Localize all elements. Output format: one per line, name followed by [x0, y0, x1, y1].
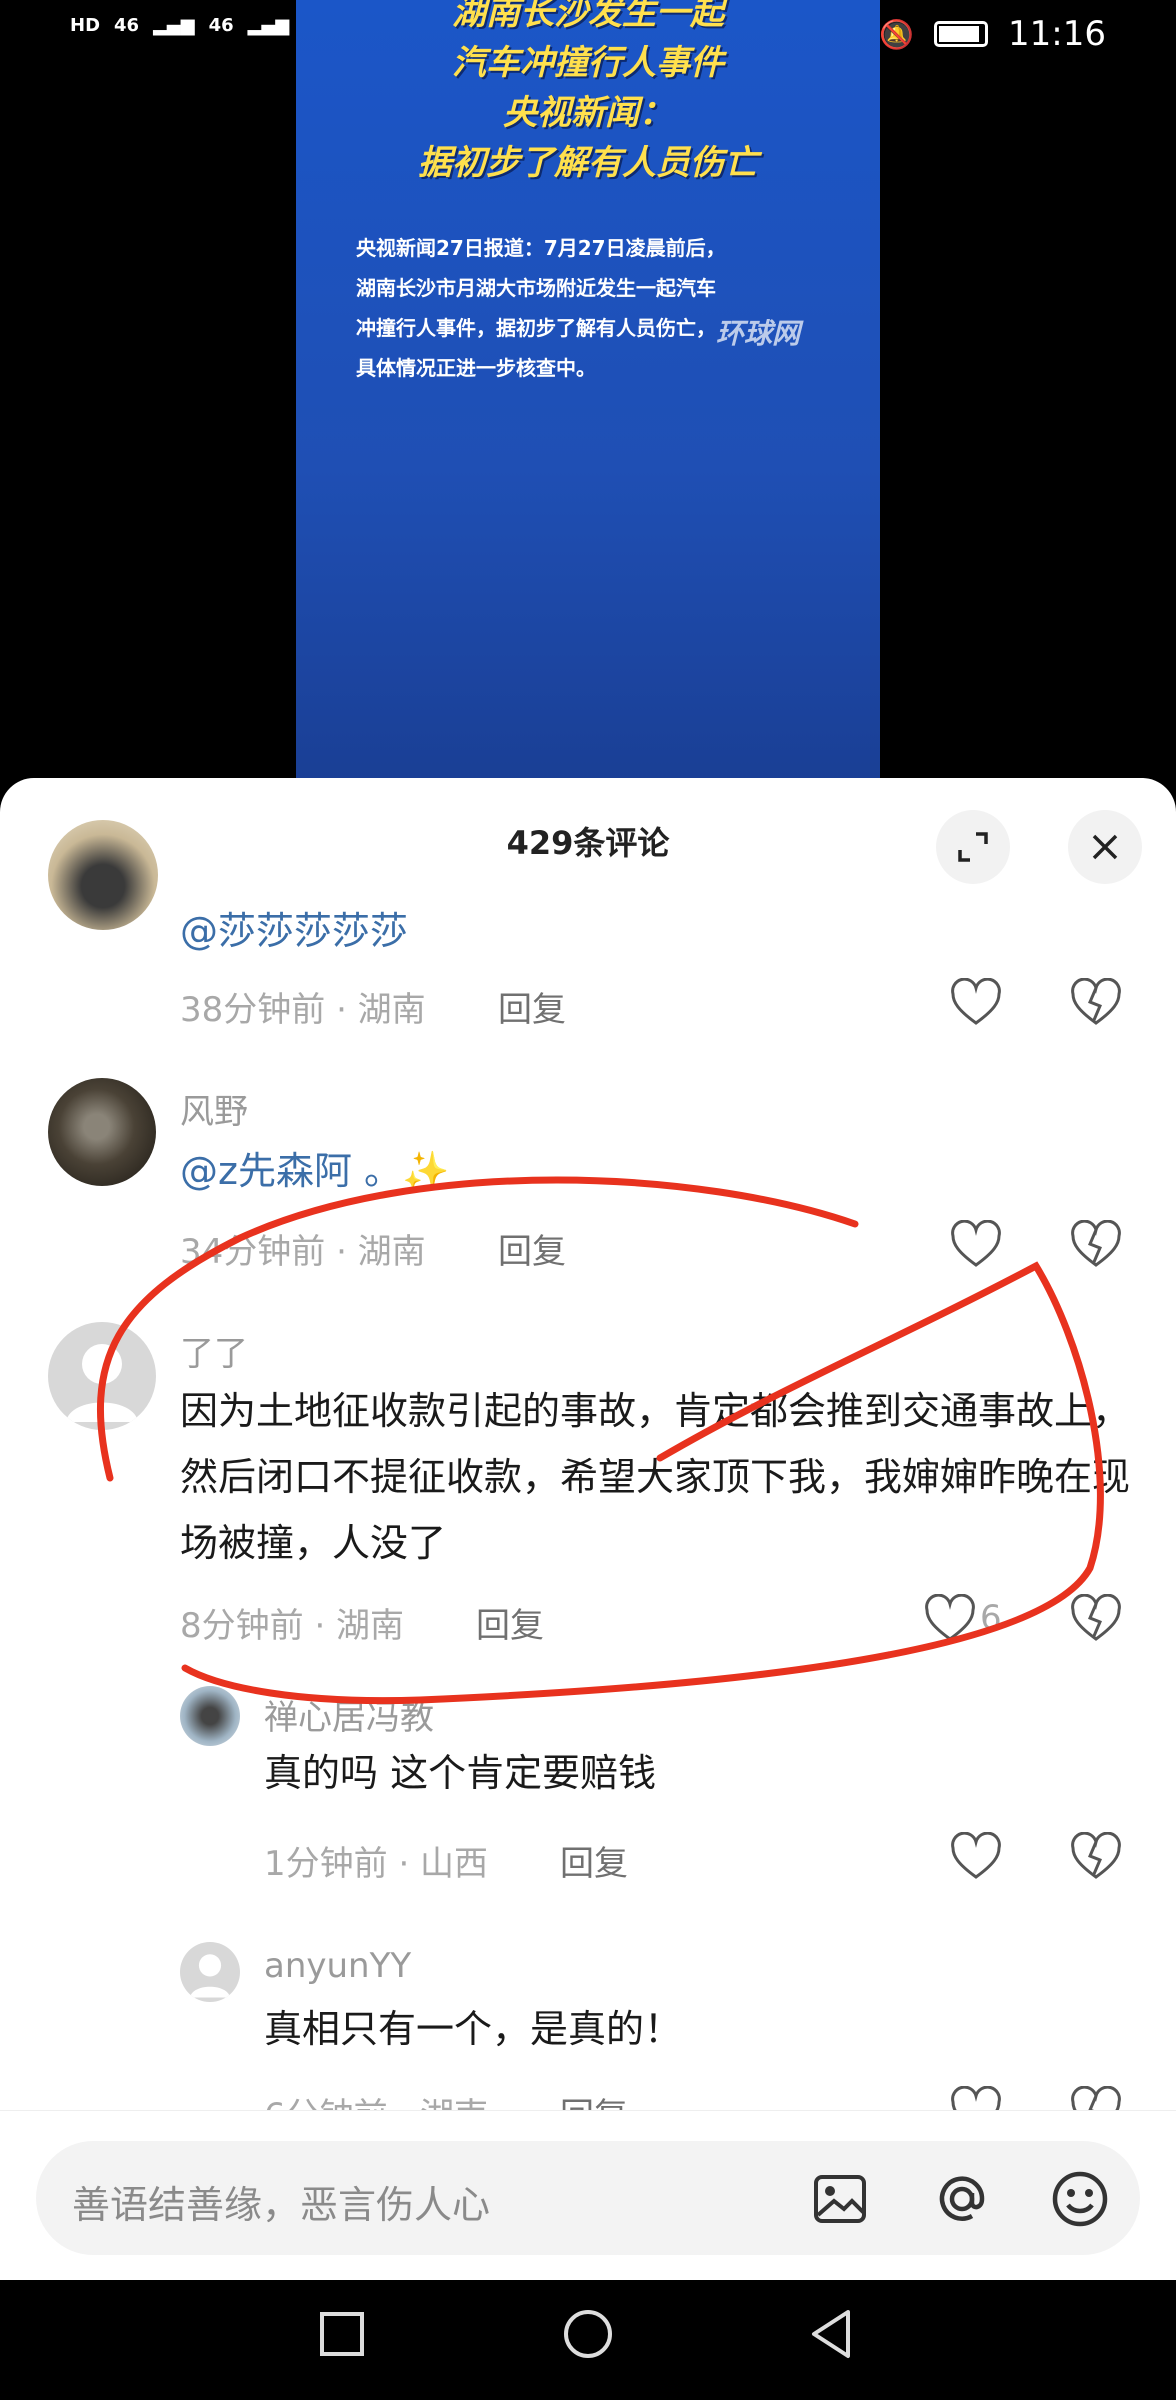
dislike-icon[interactable]	[1070, 978, 1122, 1030]
reply-button[interactable]: 回复	[476, 1598, 544, 1647]
like-icon[interactable]	[950, 1220, 1002, 1272]
body-line-4: 具体情况正进一步核查中。	[356, 356, 596, 380]
emoji-icon[interactable]	[1050, 2169, 1110, 2229]
signal-4g-2: 46	[208, 14, 234, 36]
headline-line-2: 汽车冲撞行人事件	[452, 43, 724, 83]
commenter-name[interactable]: 了了	[180, 1326, 248, 1375]
comment-text: 真相只有一个，是真的！	[264, 2007, 683, 2051]
image-icon[interactable]	[812, 2171, 868, 2227]
like-count: 6	[980, 1598, 1002, 1638]
avatar[interactable]	[180, 1942, 240, 2002]
expand-icon	[958, 832, 988, 862]
dislike-icon[interactable]	[1070, 1220, 1122, 1272]
video-headline: 湖南长沙发生一起 汽车冲撞行人事件 央视新闻： 据初步了解有人员伤亡	[296, 0, 880, 188]
watermark-logo: 环球网	[716, 317, 801, 350]
hd-indicator: HD	[70, 14, 101, 36]
expand-button[interactable]	[936, 810, 1010, 884]
comment-input[interactable]: 善语结善缘，恶言伤人心	[36, 2141, 1140, 2255]
mention-link[interactable]: @莎莎莎莎莎	[180, 909, 408, 953]
dislike-icon[interactable]	[1070, 1832, 1122, 1884]
battery-icon	[934, 21, 989, 47]
comment-input-bar: 善语结善缘，恶言伤人心	[0, 2110, 1176, 2281]
close-icon	[1092, 834, 1118, 860]
mute-icon: 🔕	[879, 17, 915, 51]
sparkle-emoji: ✨	[402, 1149, 450, 1193]
back-button[interactable]	[808, 2308, 856, 2360]
comment-sheet: 429条评论 @莎莎莎莎莎 38分钟前 · 湖南 回复 风野 @z先森阿 。✨ …	[0, 778, 1176, 2278]
like-icon[interactable]	[950, 978, 1002, 1030]
video-frame[interactable]: 湖南长沙发生一起 汽车冲撞行人事件 央视新闻： 据初步了解有人员伤亡 央视新闻2…	[296, 0, 880, 780]
commenter-name[interactable]: 风野	[180, 1084, 248, 1133]
headline-line-4: 据初步了解有人员伤亡	[418, 143, 758, 183]
dislike-icon[interactable]	[1070, 1594, 1122, 1646]
headline-line-3: 央视新闻：	[503, 93, 673, 133]
comment-meta: 8分钟前 · 湖南	[180, 1606, 405, 1646]
avatar[interactable]	[48, 1322, 156, 1430]
like-icon[interactable]	[950, 1832, 1002, 1884]
reply-button[interactable]: 回复	[498, 1224, 566, 1273]
at-mention-icon[interactable]	[932, 2169, 992, 2229]
default-avatar-icon	[66, 1344, 138, 1422]
comment-text: @z先森阿 。✨	[180, 1138, 449, 1204]
system-nav-bar	[0, 2280, 1176, 2400]
clock: 11:16	[1008, 14, 1106, 54]
body-line-2: 湖南长沙市月湖大市场附近发生一起汽车	[356, 276, 716, 300]
recent-apps-button[interactable]	[318, 2310, 366, 2358]
avatar[interactable]	[180, 1686, 240, 1746]
comment-text: @莎莎莎莎莎	[180, 898, 408, 964]
avatar[interactable]	[48, 1078, 156, 1186]
comment-text: 真的吗 这个肯定要赔钱	[264, 1751, 657, 1795]
comment-meta: 1分钟前 · 山西	[264, 1844, 489, 1884]
home-button[interactable]	[562, 2308, 614, 2360]
commenter-name[interactable]: anyunYY	[264, 1946, 411, 1986]
reply-button[interactable]: 回复	[560, 1836, 628, 1885]
signal-icon-1: ▂▄▆	[153, 14, 195, 36]
comment-input-placeholder: 善语结善缘，恶言伤人心	[72, 2183, 491, 2227]
like-icon[interactable]	[924, 1594, 976, 1646]
comment-meta: 38分钟前 · 湖南	[180, 990, 426, 1030]
body-line-1: 央视新闻27日报道：7月27日凌晨前后，	[356, 236, 726, 260]
comment-text: 因为土地征收款引起的事故，肯定都会推到交通事故上，然后闭口不提征收款，希望大家顶…	[180, 1389, 1131, 1565]
default-avatar-icon	[190, 1954, 230, 1998]
headline-line-1: 湖南长沙发生一起	[452, 0, 724, 33]
signal-4g-1: 46	[114, 14, 140, 36]
avatar[interactable]	[48, 820, 158, 930]
comment-meta: 34分钟前 · 湖南	[180, 1232, 426, 1272]
reply-button[interactable]: 回复	[498, 982, 566, 1031]
mention-link[interactable]: @z先森阿 。	[180, 1149, 402, 1193]
close-button[interactable]	[1068, 810, 1142, 884]
signal-icon-2: ▂▄▆	[247, 14, 290, 36]
commenter-name[interactable]: 禅心居冯教	[264, 1690, 434, 1739]
video-body-text: 央视新闻27日报道：7月27日凌晨前后， 湖南长沙市月湖大市场附近发生一起汽车 …	[356, 228, 836, 388]
